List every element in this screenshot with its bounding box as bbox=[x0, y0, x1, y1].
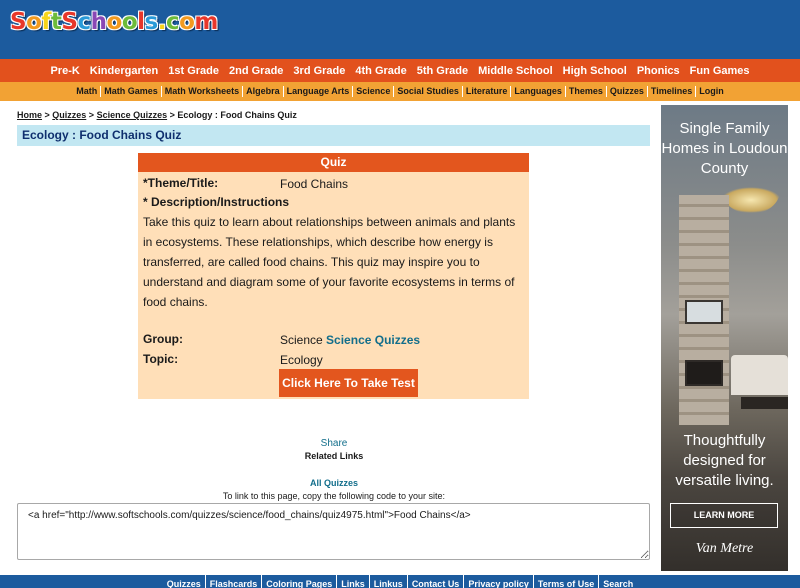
logo-letter: f bbox=[41, 9, 51, 35]
logo-letter: . bbox=[157, 9, 167, 35]
nav-primary-kindergarten[interactable]: Kindergarten bbox=[85, 65, 163, 77]
group-label: Group: bbox=[143, 332, 183, 346]
logo-letter: m bbox=[194, 9, 218, 35]
nav-primary-middle-school[interactable]: Middle School bbox=[473, 65, 558, 77]
nav-primary-4th-grade[interactable]: 4th Grade bbox=[350, 65, 411, 77]
quiz-info-box: Quiz *Theme/Title: Food Chains * Descrip… bbox=[138, 153, 529, 399]
breadcrumb-current: Ecology : Food Chains Quiz bbox=[177, 110, 297, 120]
nav-primary-phonics[interactable]: Phonics bbox=[632, 65, 685, 77]
nav-secondary-math-games[interactable]: Math Games bbox=[101, 86, 162, 97]
theme-row: *Theme/Title: bbox=[143, 176, 218, 190]
footer-link-quizzes[interactable]: Quizzes bbox=[163, 575, 206, 588]
take-test-button[interactable]: Click Here To Take Test bbox=[279, 369, 418, 397]
nav-primary-3rd-grade[interactable]: 3rd Grade bbox=[288, 65, 350, 77]
description-heading-row: * Description/Instructions bbox=[143, 195, 289, 209]
ad-learn-more-button[interactable]: LEARN MORE bbox=[670, 503, 778, 528]
ad-headline: Single Family Homes in Loudoun County bbox=[661, 120, 788, 177]
chandelier-graphic bbox=[721, 187, 781, 213]
footer-link-terms-of-use[interactable]: Terms of Use bbox=[534, 575, 600, 588]
ad-brand-logo: Van Metre bbox=[695, 541, 754, 556]
breadcrumb-science-quizzes-link[interactable]: Science Quizzes bbox=[97, 110, 168, 120]
breadcrumb-separator: > bbox=[86, 110, 97, 120]
related-links-heading: Related Links bbox=[304, 451, 364, 461]
site-footer: Quizzes Flashcards Coloring Pages Links Link… bbox=[0, 575, 800, 588]
nav-secondary-math[interactable]: Math bbox=[73, 86, 102, 97]
nav-primary-1st-grade[interactable]: 1st Grade bbox=[163, 65, 224, 77]
nav-secondary-themes[interactable]: Themes bbox=[566, 86, 607, 97]
quiz-header: Quiz bbox=[138, 153, 529, 172]
nav-primary-pre-k[interactable]: Pre-K bbox=[45, 65, 84, 77]
logo-letter: h bbox=[90, 9, 107, 35]
description-label: * Description/Instructions bbox=[143, 195, 290, 209]
secondary-nav: Math Math Games Math Worksheets Algebra Lang… bbox=[0, 82, 800, 101]
site-header: SoftSchools.com bbox=[0, 0, 800, 59]
nav-primary-high-school[interactable]: High School bbox=[558, 65, 632, 77]
logo-letter: o bbox=[26, 9, 42, 35]
breadcrumb-separator: > bbox=[42, 110, 53, 120]
logo-letter: t bbox=[50, 9, 62, 35]
footer-link-links[interactable]: Links bbox=[337, 575, 370, 588]
nav-secondary-quizzes[interactable]: Quizzes bbox=[607, 86, 648, 97]
nav-primary-5th-grade[interactable]: 5th Grade bbox=[412, 65, 473, 77]
sofa-graphic bbox=[731, 355, 788, 395]
topic-label: Topic: bbox=[143, 352, 179, 366]
breadcrumb-home-link[interactable]: Home bbox=[17, 110, 42, 120]
logo-letter: c bbox=[165, 9, 180, 35]
logo-letter: c bbox=[77, 9, 91, 35]
advertisement-banner[interactable]: Single Family Homes in Loudoun County Th… bbox=[661, 105, 788, 571]
topic-row: Topic: bbox=[143, 352, 178, 366]
fireplace-graphic bbox=[685, 360, 723, 386]
quiz-description: Take this quiz to learn about relationsh… bbox=[143, 215, 516, 309]
nav-secondary-literature[interactable]: Literature bbox=[463, 86, 512, 97]
breadcrumb: Home > Quizzes > Science Quizzes > Ecolo… bbox=[17, 110, 297, 120]
nav-secondary-science[interactable]: Science bbox=[353, 86, 395, 97]
nav-secondary-timelines[interactable]: Timelines bbox=[648, 86, 697, 97]
link-instructions: To link to this page, copy the following… bbox=[222, 491, 446, 501]
wall-art-graphic bbox=[685, 300, 723, 324]
footer-link-search[interactable]: Search bbox=[599, 575, 637, 588]
group-row: Group: bbox=[143, 332, 183, 346]
logo-letter: S bbox=[61, 9, 78, 35]
all-quizzes-link[interactable]: All Quizzes bbox=[0, 478, 668, 488]
ad-tagline: Thoughtfully designed for versatile livi… bbox=[675, 432, 774, 489]
science-quizzes-link[interactable]: Science Quizzes bbox=[326, 333, 420, 347]
share-link[interactable]: Share bbox=[0, 438, 668, 449]
logo-letter: o bbox=[121, 9, 138, 35]
theme-label: *Theme/Title: bbox=[143, 176, 219, 190]
breadcrumb-separator: > bbox=[167, 110, 178, 120]
logo-letter: o bbox=[179, 9, 195, 35]
coffee-table-graphic bbox=[741, 397, 788, 409]
footer-link-contact-us[interactable]: Contact Us bbox=[408, 575, 465, 588]
page-title: Ecology : Food Chains Quiz bbox=[22, 128, 182, 142]
footer-link-privacy-policy[interactable]: Privacy policy bbox=[464, 575, 534, 588]
group-value: Science Science Quizzes bbox=[280, 333, 420, 347]
footer-link-flashcards[interactable]: Flashcards bbox=[206, 575, 263, 588]
link-code-textarea[interactable] bbox=[17, 503, 650, 560]
softschools-logo[interactable]: SoftSchools.com bbox=[10, 9, 218, 35]
breadcrumb-quizzes-link[interactable]: Quizzes bbox=[52, 110, 86, 120]
nav-primary-2nd-grade[interactable]: 2nd Grade bbox=[224, 65, 288, 77]
logo-letter: o bbox=[106, 9, 123, 35]
logo-letter: S bbox=[10, 9, 27, 35]
nav-secondary-language-arts[interactable]: Language Arts bbox=[284, 86, 354, 97]
nav-primary-fun-games[interactable]: Fun Games bbox=[685, 65, 755, 77]
nav-secondary-social-studies[interactable]: Social Studies bbox=[394, 86, 463, 97]
nav-secondary-algebra[interactable]: Algebra bbox=[243, 86, 284, 97]
logo-letter: s bbox=[144, 9, 159, 35]
nav-secondary-login[interactable]: Login bbox=[696, 86, 727, 97]
group-prefix: Science bbox=[280, 333, 323, 347]
page-title-bar: Ecology : Food Chains Quiz bbox=[17, 125, 650, 146]
nav-secondary-math-worksheets[interactable]: Math Worksheets bbox=[162, 86, 244, 97]
primary-nav: Pre-K Kindergarten 1st Grade 2nd Grade 3rd G… bbox=[0, 59, 800, 82]
topic-value: Ecology bbox=[280, 353, 323, 367]
footer-link-coloring-pages[interactable]: Coloring Pages bbox=[262, 575, 338, 588]
footer-link-linkus[interactable]: Linkus bbox=[370, 575, 408, 588]
logo-letter: l bbox=[137, 9, 145, 35]
theme-value: Food Chains bbox=[280, 177, 349, 191]
nav-secondary-languages[interactable]: Languages bbox=[511, 86, 566, 97]
